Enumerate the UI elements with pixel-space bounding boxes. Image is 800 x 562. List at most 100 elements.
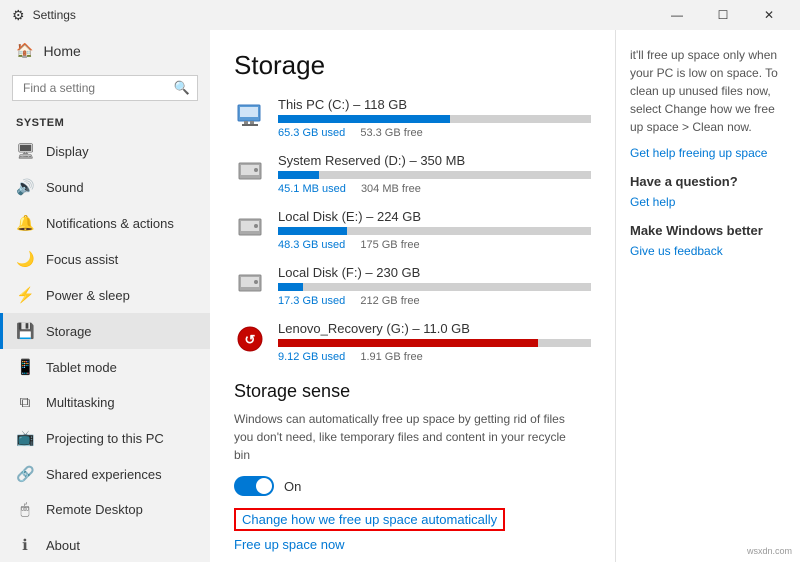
drive-c-name: This PC (C:) – 118 GB xyxy=(278,97,591,112)
sidebar-item-label: Shared experiences xyxy=(46,467,162,482)
sidebar-item-label: Projecting to this PC xyxy=(46,431,164,446)
focus-icon: 🌙 xyxy=(16,250,34,268)
drive-e: Local Disk (E:) – 224 GB 48.3 GB used 17… xyxy=(234,209,591,251)
drive-c-stats: 65.3 GB used 53.3 GB free xyxy=(278,127,591,139)
drive-e-free: 175 GB free xyxy=(360,239,419,251)
window-title: Settings xyxy=(33,8,76,22)
drive-d-used: 45.1 MB used xyxy=(278,183,346,195)
give-feedback-link[interactable]: Give us feedback xyxy=(630,244,786,258)
drive-c-progress xyxy=(278,115,591,123)
sidebar-item-label: Display xyxy=(46,144,89,159)
drive-d-details: System Reserved (D:) – 350 MB 45.1 MB us… xyxy=(278,153,591,195)
drive-g-details: Lenovo_Recovery (G:) – 11.0 GB 9.12 GB u… xyxy=(278,321,591,363)
watermark: wsxdn.com xyxy=(747,546,792,556)
search-icon: 🔍 xyxy=(174,80,190,96)
sidebar-item-shared[interactable]: 🔗 Shared experiences xyxy=(0,456,210,492)
drive-e-fill xyxy=(278,227,347,235)
drive-g-free: 1.91 GB free xyxy=(360,351,422,363)
multitasking-icon: ⧉ xyxy=(16,394,34,411)
right-panel-body: it'll free up space only when your PC is… xyxy=(630,46,786,136)
drive-e-stats: 48.3 GB used 175 GB free xyxy=(278,239,591,251)
home-icon: 🏠 xyxy=(16,42,33,59)
shared-icon: 🔗 xyxy=(16,465,34,483)
drive-f-stats: 17.3 GB used 212 GB free xyxy=(278,295,591,307)
drive-d-progress xyxy=(278,171,591,179)
drive-c-details: This PC (C:) – 118 GB 65.3 GB used 53.3 … xyxy=(278,97,591,139)
sidebar-item-label: Power & sleep xyxy=(46,288,130,303)
change-how-link[interactable]: Change how we free up space automaticall… xyxy=(234,508,505,531)
sidebar-item-label: About xyxy=(46,538,80,553)
sidebar-item-remote[interactable]: 🖱 Remote Desktop xyxy=(0,492,210,527)
drive-d-free: 304 MB free xyxy=(361,183,421,195)
sidebar-item-label: Storage xyxy=(46,324,92,339)
drive-e-details: Local Disk (E:) – 224 GB 48.3 GB used 17… xyxy=(278,209,591,251)
drive-f-used: 17.3 GB used xyxy=(278,295,345,307)
search-input[interactable] xyxy=(12,75,198,101)
drive-f-free: 212 GB free xyxy=(360,295,419,307)
storage-sense-toggle-label: On xyxy=(284,479,301,494)
sidebar-item-about[interactable]: ℹ About xyxy=(0,527,210,562)
sidebar-item-focus[interactable]: 🌙 Focus assist xyxy=(0,241,210,277)
sidebar-item-display[interactable]: 🖥 Display xyxy=(0,133,210,169)
drive-e-progress xyxy=(278,227,591,235)
sidebar: 🏠 Home 🔍 System 🖥 Display 🔊 Sound 🔔 Noti… xyxy=(0,30,210,562)
drive-g-used: 9.12 GB used xyxy=(278,351,345,363)
sidebar-item-power[interactable]: ⚡ Power & sleep xyxy=(0,277,210,313)
sidebar-item-label: Notifications & actions xyxy=(46,216,174,231)
sidebar-item-tablet[interactable]: 📱 Tablet mode xyxy=(0,349,210,385)
sidebar-item-notifications[interactable]: 🔔 Notifications & actions xyxy=(0,205,210,241)
drive-e-used: 48.3 GB used xyxy=(278,239,345,251)
window-controls: — ☐ ✕ xyxy=(654,0,792,30)
drive-c-used: 65.3 GB used xyxy=(278,127,345,139)
get-help-freeing-link[interactable]: Get help freeing up space xyxy=(630,146,786,160)
drive-f-fill xyxy=(278,283,303,291)
drive-c-free: 53.3 GB free xyxy=(360,127,422,139)
search-container: 🔍 xyxy=(12,75,198,101)
svg-text:↺: ↺ xyxy=(245,332,256,347)
storage-sense-toggle[interactable] xyxy=(234,476,274,496)
settings-icon: ⚙ xyxy=(12,7,25,24)
display-icon: 🖥 xyxy=(16,142,34,160)
storage-sense-desc: Windows can automatically free up space … xyxy=(234,410,574,464)
drive-d-stats: 45.1 MB used 304 MB free xyxy=(278,183,591,195)
sidebar-item-storage[interactable]: 💾 Storage xyxy=(0,313,210,349)
drive-d: System Reserved (D:) – 350 MB 45.1 MB us… xyxy=(234,153,591,195)
sidebar-item-sound[interactable]: 🔊 Sound xyxy=(0,169,210,205)
close-button[interactable]: ✕ xyxy=(746,0,792,30)
tablet-icon: 📱 xyxy=(16,358,34,376)
sidebar-item-projecting[interactable]: 📺 Projecting to this PC xyxy=(0,420,210,456)
drive-g: ↺ Lenovo_Recovery (G:) – 11.0 GB 9.12 GB… xyxy=(234,321,591,363)
storage-icon: 💾 xyxy=(16,322,34,340)
drive-g-name: Lenovo_Recovery (G:) – 11.0 GB xyxy=(278,321,591,336)
drive-d-icon xyxy=(234,155,266,187)
sidebar-item-home[interactable]: 🏠 Home xyxy=(0,30,210,71)
minimize-button[interactable]: — xyxy=(654,0,700,30)
sidebar-home-label: Home xyxy=(43,43,80,59)
storage-sense-title: Storage sense xyxy=(234,381,591,402)
sidebar-item-label: Multitasking xyxy=(46,395,115,410)
right-panel-heading3: Make Windows better xyxy=(630,223,786,238)
storage-sense-toggle-row: On xyxy=(234,476,591,496)
drive-g-icon: ↺ xyxy=(234,323,266,355)
sound-icon: 🔊 xyxy=(16,178,34,196)
about-icon: ℹ xyxy=(16,536,34,554)
right-panel: it'll free up space only when your PC is… xyxy=(615,30,800,562)
sidebar-item-label: Sound xyxy=(46,180,84,195)
drive-f: Local Disk (F:) – 230 GB 17.3 GB used 21… xyxy=(234,265,591,307)
sidebar-item-label: Remote Desktop xyxy=(46,502,143,517)
drive-g-stats: 9.12 GB used 1.91 GB free xyxy=(278,351,591,363)
sidebar-item-label: Focus assist xyxy=(46,252,118,267)
drive-e-icon xyxy=(234,211,266,243)
sidebar-item-multitasking[interactable]: ⧉ Multitasking xyxy=(0,385,210,420)
title-bar: ⚙ Settings — ☐ ✕ xyxy=(0,0,800,30)
get-help-link[interactable]: Get help xyxy=(630,195,786,209)
drive-d-fill xyxy=(278,171,319,179)
page-title: Storage xyxy=(234,50,591,81)
remote-icon: 🖱 xyxy=(16,501,34,518)
drive-c: This PC (C:) – 118 GB 65.3 GB used 53.3 … xyxy=(234,97,591,139)
power-icon: ⚡ xyxy=(16,286,34,304)
maximize-button[interactable]: ☐ xyxy=(700,0,746,30)
drive-g-fill xyxy=(278,339,538,347)
drive-g-progress xyxy=(278,339,591,347)
free-up-link[interactable]: Free up space now xyxy=(234,537,345,552)
